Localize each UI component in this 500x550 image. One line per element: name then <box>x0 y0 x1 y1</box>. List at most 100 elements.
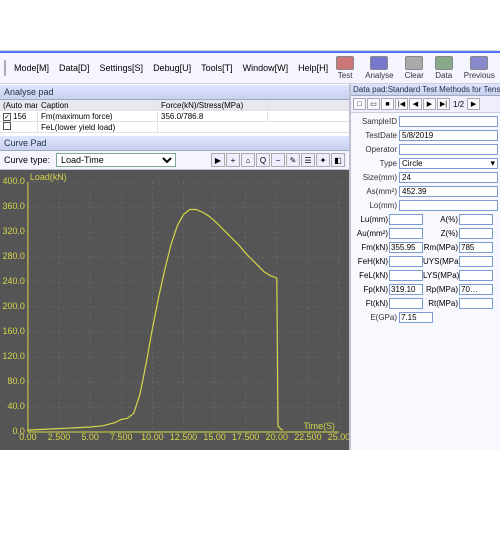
svg-text:Time(S): Time(S) <box>304 421 336 431</box>
curve-type-select[interactable]: Load-Time <box>56 153 176 167</box>
curve-tool-6[interactable]: ☰ <box>301 153 315 167</box>
svg-text:10.00: 10.00 <box>141 432 163 442</box>
grid-header-row: (Auto mark)Un… Caption Force(kN)/Stress(… <box>0 100 349 111</box>
previous-button[interactable]: Previous <box>460 55 499 81</box>
label-FeH_kN: FeH(kN) <box>353 257 389 266</box>
chart-area[interactable]: 0.040.080.0120.0160.0200.0240.0280.0320.… <box>0 170 349 450</box>
menu-datad[interactable]: Data[D] <box>57 61 92 75</box>
label-LYS_MPa: LYS(MPa) <box>423 271 459 280</box>
label-A_pct: A(%) <box>423 215 459 224</box>
input-Operator[interactable] <box>399 144 498 155</box>
test-button[interactable]: Test <box>332 55 358 81</box>
svg-text:40.0: 40.0 <box>7 401 24 411</box>
label-Type: Type <box>353 159 399 168</box>
curve-tool-4[interactable]: − <box>271 153 285 167</box>
input-E_GPa[interactable]: 7.15 <box>399 312 433 323</box>
label-Rp_MPa: Rp(MPa) <box>423 285 459 294</box>
curve-tool-8[interactable]: ◧ <box>331 153 345 167</box>
app-window: Mode[M] Data[D] Settings[S] Debug[U] Tools[T… <box>0 50 500 450</box>
input-Z_pct[interactable] <box>459 228 493 239</box>
prev-icon[interactable]: ◀ <box>409 98 422 110</box>
chart-svg: 0.040.080.0120.0160.0200.0240.0280.0320.… <box>0 170 349 450</box>
col-caption[interactable]: Caption <box>38 101 158 110</box>
curve-tool-2[interactable]: ⌂ <box>241 153 255 167</box>
previous-button-label: Previous <box>464 71 495 80</box>
table-row[interactable]: ✓156Fm(maximum force)356.0/786.8 <box>0 111 349 122</box>
menu-debugu[interactable]: Debug[U] <box>151 61 193 75</box>
input-TestDate[interactable]: 5/8/2019 <box>399 130 498 141</box>
table-row[interactable]: FeL(lower yield load) <box>0 122 349 133</box>
analyse-grid: (Auto mark)Un… Caption Force(kN)/Stress(… <box>0 100 349 135</box>
input-Rp_MPa[interactable]: 70… <box>459 284 493 295</box>
next-icon[interactable]: ▶ <box>423 98 436 110</box>
label-Fm_kN: Fm(kN) <box>353 243 389 252</box>
label-Ft_kN: Ft(kN) <box>353 299 389 308</box>
previous-button-icon <box>470 56 488 70</box>
input-Lo_mm[interactable] <box>399 200 498 211</box>
input-Lu_mm[interactable] <box>389 214 423 225</box>
svg-text:160.0: 160.0 <box>3 326 25 336</box>
curve-tools: ▶+⌂Q−✎☰✦◧ <box>211 153 345 167</box>
svg-text:360.0: 360.0 <box>3 201 25 211</box>
menu-windoww[interactable]: Window[W] <box>241 61 291 75</box>
label-TestDate: TestDate <box>353 131 399 140</box>
curve-tool-5[interactable]: ✎ <box>286 153 300 167</box>
input-As_mm2[interactable]: 452.39 <box>399 186 498 197</box>
input-LYS_MPa[interactable] <box>459 270 493 281</box>
test-button-label: Test <box>338 71 353 80</box>
svg-text:5.00: 5.00 <box>81 432 98 442</box>
input-SampleID[interactable] <box>399 116 498 127</box>
input-FeH_kN[interactable] <box>389 256 423 267</box>
svg-text:2.500: 2.500 <box>48 432 70 442</box>
input-Size_mm[interactable]: 24 <box>399 172 498 183</box>
input-Fm_kN[interactable]: 355.95 <box>389 242 423 253</box>
svg-text:25.00: 25.00 <box>328 432 349 442</box>
curve-tool-1[interactable]: + <box>226 153 240 167</box>
svg-text:15.00: 15.00 <box>203 432 225 442</box>
more-icon[interactable]: ▶ <box>467 98 480 110</box>
svg-text:Load(kN): Load(kN) <box>30 172 67 182</box>
label-Lu_mm: Lu(mm) <box>353 215 389 224</box>
data-button[interactable]: Data <box>431 55 457 81</box>
curve-tool-7[interactable]: ✦ <box>316 153 330 167</box>
first-icon[interactable]: |◀ <box>395 98 408 110</box>
input-Fp_kN[interactable]: 319.10 <box>389 284 423 295</box>
menu-toolst[interactable]: Tools[T] <box>199 61 235 75</box>
input-UYS_MPa[interactable] <box>459 256 493 267</box>
input-Type[interactable]: Circle▾ <box>399 158 498 169</box>
curve-tool-0[interactable]: ▶ <box>211 153 225 167</box>
input-Ft_kN[interactable] <box>389 298 423 309</box>
save-icon[interactable]: ■ <box>381 98 394 110</box>
test-button-icon <box>336 56 354 70</box>
menu-modem[interactable]: Mode[M] <box>12 61 51 75</box>
svg-text:280.0: 280.0 <box>3 251 25 261</box>
label-Au_mm2: Au(mm²) <box>353 229 389 238</box>
left-panel: Analyse pad (Auto mark)Un… Caption Force… <box>0 84 350 450</box>
curve-controls: Curve type: Load-Time ▶+⌂Q−✎☰✦◧ <box>0 151 349 170</box>
input-Au_mm2[interactable] <box>389 228 423 239</box>
input-FeL_kN[interactable] <box>389 270 423 281</box>
svg-text:0.00: 0.00 <box>19 432 36 442</box>
data-button-label: Data <box>435 71 452 80</box>
new-icon[interactable]: □ <box>353 98 366 110</box>
label-Size_mm: Size(mm) <box>353 173 399 182</box>
col-mark[interactable]: (Auto mark)Un… <box>0 101 38 110</box>
col-force[interactable]: Force(kN)/Stress(MPa) <box>158 101 268 110</box>
last-icon[interactable]: ▶| <box>437 98 450 110</box>
svg-text:320.0: 320.0 <box>3 226 25 236</box>
analyse-button[interactable]: Analyse <box>361 55 397 81</box>
input-A_pct[interactable] <box>459 214 493 225</box>
label-UYS_MPa: UYS(MPa) <box>423 257 459 266</box>
svg-text:240.0: 240.0 <box>3 276 25 286</box>
svg-text:80.0: 80.0 <box>7 376 24 386</box>
input-Rm_MPa[interactable]: 785 <box>459 242 493 253</box>
menu-settingss[interactable]: Settings[S] <box>98 61 146 75</box>
analyse-button-label: Analyse <box>365 71 393 80</box>
curve-tool-3[interactable]: Q <box>256 153 270 167</box>
open-icon[interactable]: ▭ <box>367 98 380 110</box>
input-Rt_MPa[interactable] <box>459 298 493 309</box>
analyse-pad-header: Analyse pad <box>0 84 349 100</box>
clear-button[interactable]: Clear <box>401 55 428 81</box>
menu-helph[interactable]: Help[H] <box>296 61 330 75</box>
label-FeL_kN: FeL(kN) <box>353 271 389 280</box>
